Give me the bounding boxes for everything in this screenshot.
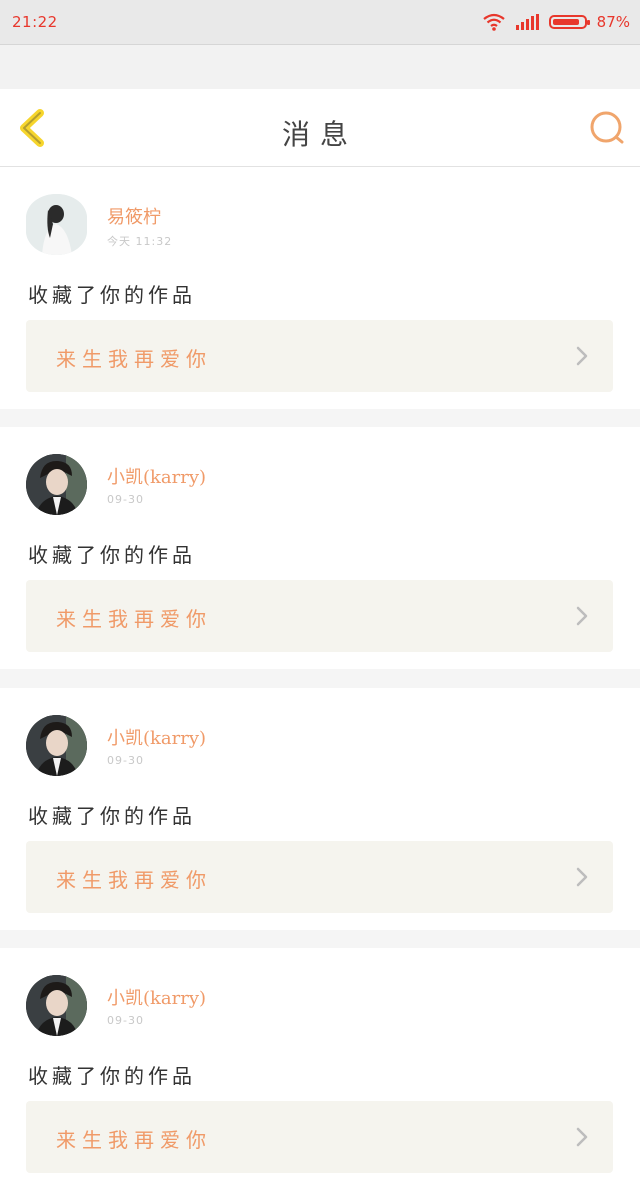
work-link[interactable]: 来生我再爱你 [26,580,613,652]
message-action: 收藏了你的作品 [28,804,196,828]
nav-header: 消息 [0,89,640,167]
work-link[interactable]: 来生我再爱你 [26,841,613,913]
user-name[interactable]: 易筱柠 [107,203,161,229]
work-title: 来生我再爱你 [56,868,212,892]
message-time: 今天 11:32 [107,235,173,248]
work-link[interactable]: 来生我再爱你 [26,1101,613,1173]
work-title: 来生我再爱你 [56,607,212,631]
message-action: 收藏了你的作品 [28,1064,196,1088]
user-name[interactable]: 小凯(karry) [107,984,206,1010]
chevron-right-icon [576,1127,588,1147]
page-title: 消息 [281,118,358,151]
message-time: 09-30 [107,1014,144,1027]
battery-icon [548,15,590,29]
work-link[interactable]: 来生我再爱你 [26,320,613,392]
status-time: 21:22 [12,13,58,31]
user-name[interactable]: 小凯(karry) [107,463,206,489]
message-card: 小凯(karry) 09-30 收藏了你的作品 来生我再爱你 [0,688,640,930]
user-name[interactable]: 小凯(karry) [107,724,206,750]
message-card: 小凯(karry) 09-30 收藏了你的作品 来生我再爱你 [0,427,640,669]
message-time: 09-30 [107,754,144,767]
work-title: 来生我再爱你 [56,347,212,371]
chevron-right-icon [576,346,588,366]
avatar[interactable] [26,454,87,515]
search-icon[interactable] [588,109,626,147]
avatar[interactable] [26,715,87,776]
work-title: 来生我再爱你 [56,1128,212,1152]
status-bar: 21:22 87% [0,0,640,45]
chevron-right-icon [576,606,588,626]
message-action: 收藏了你的作品 [28,543,196,567]
message-card: 易筱柠 今天 11:32 收藏了你的作品 来生我再爱你 [0,167,640,409]
message-time: 09-30 [107,493,144,506]
message-card: 小凯(karry) 09-30 收藏了你的作品 来生我再爱你 [0,948,640,1190]
wifi-icon [482,13,505,31]
signal-icon [515,14,539,30]
chevron-right-icon [576,867,588,887]
battery-percent: 87% [596,13,630,31]
top-spacer [0,45,640,89]
avatar[interactable] [26,194,87,255]
avatar[interactable] [26,975,87,1036]
message-action: 收藏了你的作品 [28,283,196,307]
